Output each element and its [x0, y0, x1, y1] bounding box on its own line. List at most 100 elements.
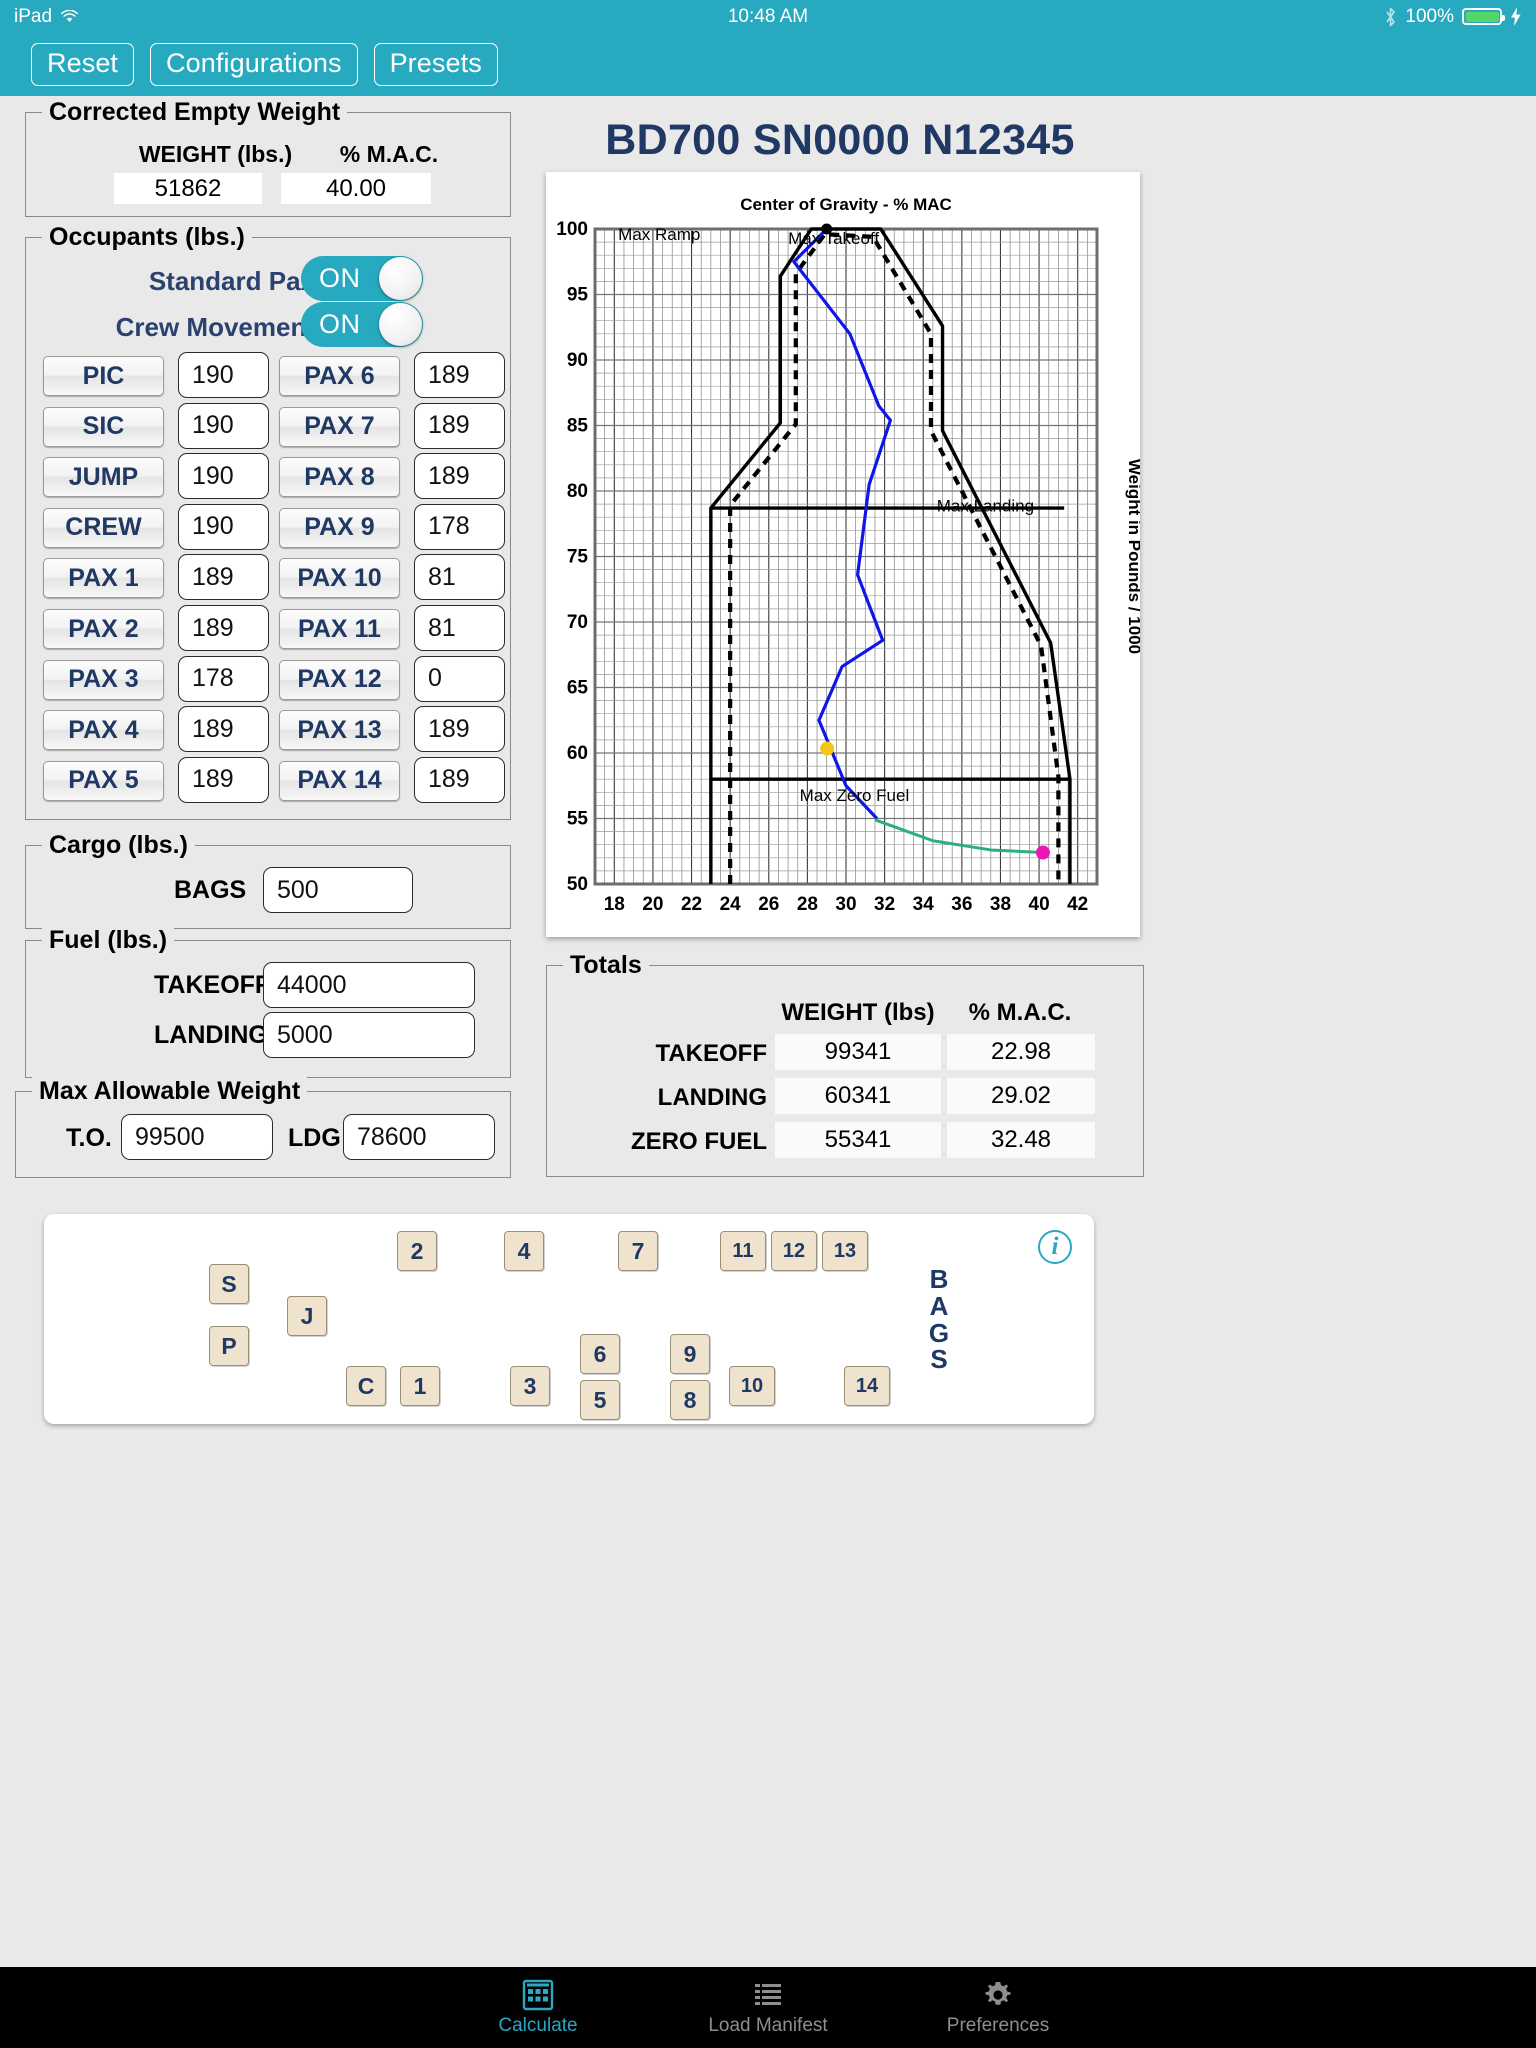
standard-pax-knob[interactable] — [379, 257, 422, 300]
seat-10[interactable]: 10 — [729, 1366, 775, 1406]
totals-row-label-1: LANDING — [657, 1084, 767, 1111]
seat-s[interactable]: S — [209, 1264, 249, 1304]
tab-bar: Calculate Load Manifest Preferences — [0, 1967, 1536, 2048]
svg-text:34: 34 — [913, 894, 935, 915]
occupant-input-pax-11[interactable]: 81 — [414, 605, 505, 651]
occupant-button-pax-12[interactable]: PAX 12 — [279, 659, 400, 700]
occupant-button-pax-2[interactable]: PAX 2 — [43, 609, 164, 649]
seat-9[interactable]: 9 — [670, 1334, 710, 1374]
standard-pax-toggle[interactable]: ON — [301, 256, 423, 301]
occupant-input-crew[interactable]: 190 — [178, 503, 269, 550]
fuel-takeoff-input[interactable]: 44000 — [263, 962, 475, 1008]
occupant-input-pax-13[interactable]: 189 — [414, 706, 505, 753]
reset-button[interactable]: Reset — [31, 43, 135, 86]
seat-map-card[interactable]: i S P J C 1 2 3 4 5 6 7 8 9 10 11 12 13 14 BAGS — [44, 1214, 1094, 1424]
occupant-button-pax-10[interactable]: PAX 10 — [279, 558, 400, 599]
seat-8[interactable]: 8 — [670, 1380, 710, 1420]
seat-c[interactable]: C — [346, 1366, 386, 1406]
occupant-button-pax-6[interactable]: PAX 6 — [279, 356, 400, 396]
svg-text:20: 20 — [642, 894, 663, 915]
totals-row-mac-1: 29.02 — [947, 1078, 1095, 1114]
tab-load-manifest[interactable]: Load Manifest — [653, 1979, 883, 2037]
occupant-button-pax-1[interactable]: PAX 1 — [43, 558, 164, 599]
occupant-input-jump[interactable]: 190 — [178, 453, 269, 500]
seat-6[interactable]: 6 — [580, 1334, 620, 1374]
maw-to-input[interactable]: 99500 — [121, 1114, 273, 1160]
occupant-button-jump[interactable]: JUMP — [43, 457, 164, 498]
occupant-button-pax-9[interactable]: PAX 9 — [279, 507, 400, 548]
totals-mac-header: % M.A.C. — [968, 999, 1072, 1026]
seat-13[interactable]: 13 — [822, 1231, 868, 1271]
svg-text:90: 90 — [567, 350, 588, 371]
info-icon[interactable]: i — [1038, 1230, 1072, 1264]
seat-1[interactable]: 1 — [400, 1366, 440, 1406]
occupant-button-pax-11[interactable]: PAX 11 — [279, 609, 400, 649]
occupant-button-sic[interactable]: SIC — [43, 406, 164, 447]
occupant-input-pax-3[interactable]: 178 — [178, 655, 269, 702]
cew-weight-value[interactable]: 51862 — [114, 173, 262, 204]
seat-j[interactable]: J — [287, 1296, 327, 1336]
occupant-button-pax-8[interactable]: PAX 8 — [279, 457, 400, 498]
svg-text:95: 95 — [567, 285, 589, 306]
tab-calculate-label: Calculate — [498, 2014, 578, 2036]
occupant-button-crew[interactable]: CREW — [43, 507, 164, 548]
totals-row-weight-1: 60341 — [775, 1078, 941, 1114]
tab-preferences[interactable]: Preferences — [883, 1979, 1113, 2037]
occupant-input-pax-12[interactable]: 0 — [414, 655, 505, 702]
cg-chart-card: Center of Gravity - % MAC 50 55 60 65 70 75 80 8… — [546, 172, 1144, 937]
svg-text:30: 30 — [835, 894, 856, 915]
occupant-input-sic[interactable]: 190 — [178, 402, 269, 449]
maw-ldg-input[interactable]: 78600 — [343, 1114, 495, 1160]
occupant-button-pax-4[interactable]: PAX 4 — [43, 710, 164, 751]
occupant-input-pax-2[interactable]: 189 — [178, 605, 269, 651]
occupant-button-pax-3[interactable]: PAX 3 — [43, 659, 164, 700]
crew-movement-toggle[interactable]: ON — [301, 302, 423, 347]
occupant-input-pax-7[interactable]: 189 — [414, 402, 505, 449]
seat-12[interactable]: 12 — [771, 1231, 817, 1271]
chart-annotation-3: Max Zero Fuel — [800, 786, 910, 805]
center-of-gravity-chart[interactable]: Center of Gravity - % MAC 50 55 60 65 70 75 80 8… — [546, 172, 1144, 937]
occupant-button-pax-5[interactable]: PAX 5 — [43, 760, 164, 801]
app-root: iPad 10:48 AM 100% Reset Configurations … — [0, 0, 1536, 2048]
bags-input[interactable]: 500 — [263, 867, 413, 913]
svg-text:42: 42 — [1067, 894, 1088, 915]
crew-movement-state: ON — [319, 309, 361, 339]
crew-movement-knob[interactable] — [379, 303, 422, 346]
seat-3[interactable]: 3 — [510, 1366, 550, 1406]
svg-text:24: 24 — [720, 894, 742, 915]
occupant-input-pax-6[interactable]: 189 — [414, 352, 505, 398]
crew-movement-label: Crew Movement — [115, 312, 315, 342]
cew-mac-value[interactable]: 40.00 — [281, 173, 431, 204]
tab-calculate[interactable]: Calculate — [423, 1979, 653, 2037]
occupant-input-pax-14[interactable]: 189 — [414, 756, 505, 803]
occupant-input-pax-10[interactable]: 81 — [414, 554, 505, 601]
seat-4[interactable]: 4 — [504, 1231, 544, 1271]
occupant-input-pic[interactable]: 190 — [178, 352, 269, 398]
totals-row-mac-0: 22.98 — [947, 1034, 1095, 1070]
aircraft-title: BD700 SN0000 N12345 — [605, 116, 1075, 164]
occupant-button-pax-14[interactable]: PAX 14 — [279, 760, 400, 801]
occupant-input-pax-1[interactable]: 189 — [178, 554, 269, 601]
presets-button[interactable]: Presets — [373, 43, 498, 86]
chart-series-4 — [792, 227, 893, 820]
fuel-landing-input[interactable]: 5000 — [263, 1012, 475, 1058]
seat-14[interactable]: 14 — [844, 1366, 890, 1406]
occupant-input-pax-5[interactable]: 189 — [178, 756, 269, 803]
seat-2[interactable]: 2 — [397, 1231, 437, 1271]
totals-legend: Totals — [563, 951, 649, 980]
occupant-button-pax-13[interactable]: PAX 13 — [279, 710, 400, 751]
totals-row-label-2: ZERO FUEL — [631, 1128, 767, 1155]
configurations-button[interactable]: Configurations — [150, 43, 358, 86]
seat-p[interactable]: P — [209, 1326, 249, 1366]
chart-annotation-2: Max Landing — [937, 496, 1034, 515]
standard-pax-label: Standard Pax — [148, 266, 315, 296]
seat-7[interactable]: 7 — [618, 1231, 658, 1271]
tab-preferences-label: Preferences — [946, 2014, 1050, 2036]
seat-11[interactable]: 11 — [720, 1231, 766, 1271]
occupant-input-pax-4[interactable]: 189 — [178, 706, 269, 753]
occupant-input-pax-9[interactable]: 178 — [414, 503, 505, 550]
occupant-input-pax-8[interactable]: 189 — [414, 453, 505, 500]
occupant-button-pax-7[interactable]: PAX 7 — [279, 406, 400, 447]
seat-5[interactable]: 5 — [580, 1380, 620, 1420]
occupant-button-pic[interactable]: PIC — [43, 356, 164, 396]
